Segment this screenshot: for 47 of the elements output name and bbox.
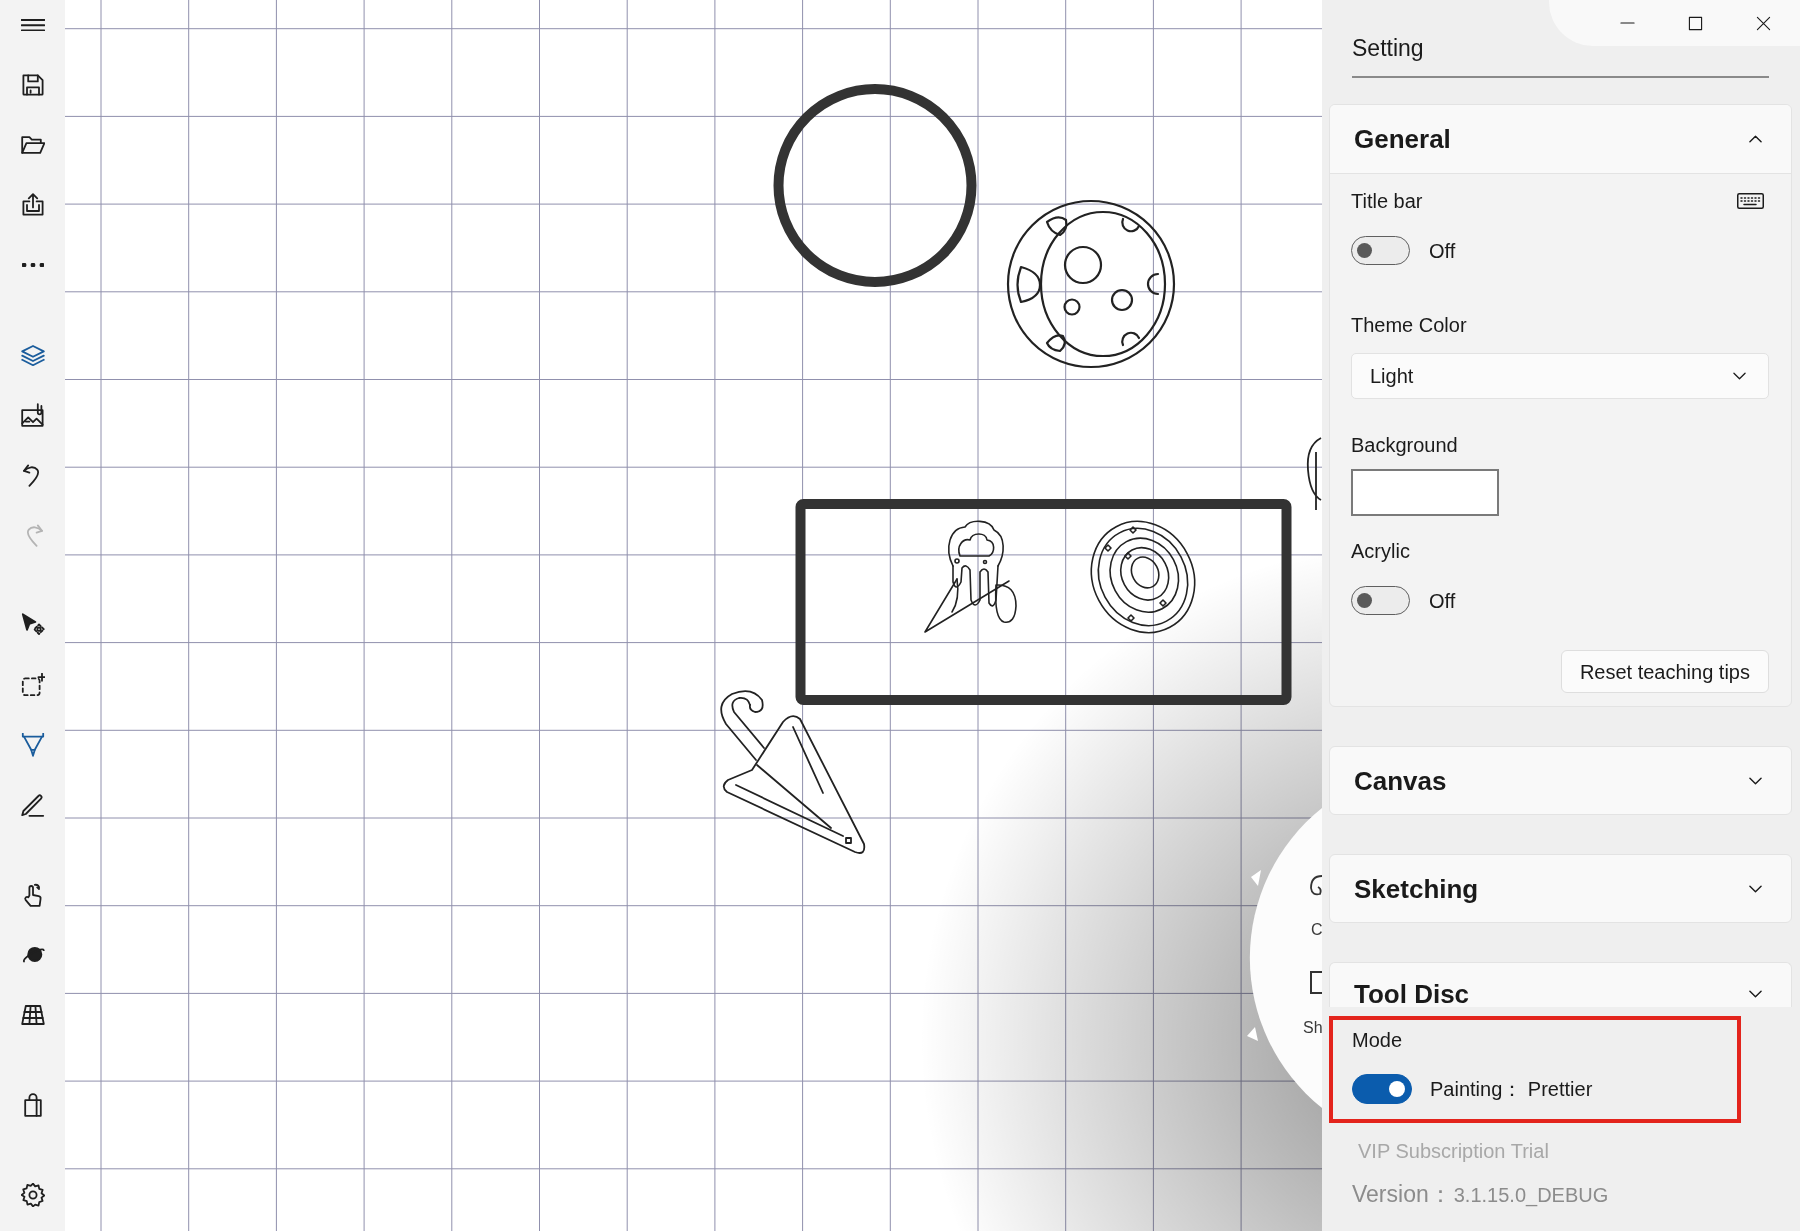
grid-icon bbox=[20, 1003, 45, 1027]
triangle-icon bbox=[1251, 870, 1261, 886]
dashed-square-icon bbox=[20, 673, 45, 697]
setting-label: Acrylic bbox=[1351, 539, 1410, 563]
panel-title: Setting bbox=[1352, 34, 1424, 62]
folder-icon bbox=[20, 133, 45, 157]
toggle-switch[interactable] bbox=[1351, 236, 1410, 265]
toggle-switch[interactable] bbox=[1352, 1074, 1412, 1104]
chevron-up-icon bbox=[1749, 135, 1762, 143]
more-icon bbox=[21, 262, 44, 268]
toggle-state-label: Off bbox=[1429, 238, 1456, 263]
triangle-icon bbox=[1247, 1027, 1258, 1041]
setting-label: Background bbox=[1351, 433, 1458, 457]
disc-label: C bbox=[1311, 921, 1322, 938]
save-icon bbox=[20, 73, 45, 97]
maximize-icon bbox=[1687, 15, 1703, 31]
pointer-icon bbox=[20, 613, 45, 637]
chevron-down-icon bbox=[1733, 372, 1746, 380]
layers-icon bbox=[20, 343, 45, 367]
section-header[interactable]: Sketching bbox=[1329, 854, 1792, 923]
setting-label: Title bar bbox=[1351, 189, 1423, 213]
toggle-state-label: Off bbox=[1429, 588, 1456, 613]
curl-icon bbox=[1310, 875, 1322, 896]
chevron-down-icon bbox=[1749, 884, 1762, 893]
menu-icon bbox=[20, 18, 45, 32]
settings-icon bbox=[20, 1183, 45, 1207]
highlighter-icon bbox=[20, 733, 45, 757]
reset-button[interactable]: Reset teaching tips bbox=[1560, 650, 1769, 693]
pencil-icon bbox=[20, 793, 45, 817]
disc-label: Sh bbox=[1303, 1019, 1322, 1036]
version-label: Version： bbox=[1352, 1180, 1452, 1208]
minimize-icon bbox=[1619, 22, 1635, 24]
version-number: 3.1.15.0_DEBUG bbox=[1453, 1183, 1609, 1207]
setting-label: Theme Color bbox=[1351, 313, 1467, 337]
section-header[interactable]: Tool Disc bbox=[1329, 962, 1792, 1007]
toggle-state-label: Painting： Prettier bbox=[1430, 1077, 1593, 1101]
section-header[interactable]: Canvas bbox=[1329, 746, 1792, 815]
color-swatch[interactable] bbox=[1351, 469, 1499, 516]
chevron-down-icon bbox=[1749, 990, 1762, 998]
export-icon bbox=[20, 193, 45, 217]
theme-dropdown[interactable]: Light bbox=[1351, 353, 1769, 399]
chevron-down-icon bbox=[1749, 776, 1762, 785]
image-icon bbox=[20, 403, 45, 427]
close-icon bbox=[1755, 15, 1771, 31]
setting-label: Mode bbox=[1352, 1028, 1403, 1052]
toggle-switch[interactable] bbox=[1351, 586, 1410, 615]
section-header[interactable]: General bbox=[1330, 105, 1791, 174]
